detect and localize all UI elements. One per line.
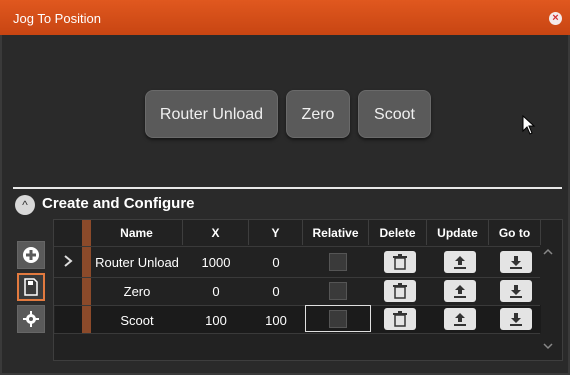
- cell-name: Scoot: [120, 313, 154, 328]
- row-divider: [54, 277, 540, 278]
- col-header-name: Name: [91, 219, 183, 245]
- section-title: Create and Configure: [42, 195, 195, 212]
- relative-checkbox[interactable]: [329, 310, 347, 328]
- col-header-y: Y: [249, 219, 303, 245]
- relative-checkbox[interactable]: [329, 282, 347, 300]
- cell-x: 0: [212, 284, 220, 299]
- trash-icon[interactable]: [384, 280, 416, 302]
- col-header-goto: Go to: [489, 219, 541, 245]
- save-file-icon[interactable]: [17, 273, 45, 301]
- cell-y: 0: [272, 255, 280, 270]
- trash-icon[interactable]: [384, 308, 416, 330]
- cell-name: Zero: [123, 284, 151, 299]
- plus-circle-icon[interactable]: [17, 241, 45, 269]
- download-icon[interactable]: [500, 308, 532, 330]
- cell-y: 100: [265, 313, 287, 328]
- scroll-up-icon[interactable]: [543, 248, 553, 256]
- col-header-relative: Relative: [303, 219, 369, 245]
- download-icon[interactable]: [500, 251, 532, 273]
- row-divider: [54, 305, 540, 306]
- gear-icon[interactable]: [17, 305, 45, 333]
- col-header-x: X: [183, 219, 249, 245]
- download-icon[interactable]: [500, 280, 532, 302]
- cell-x: 100: [205, 313, 227, 328]
- mouse-cursor-icon: [522, 115, 536, 135]
- section-divider: [13, 187, 562, 189]
- collapse-icon[interactable]: ^: [15, 195, 35, 215]
- upload-icon[interactable]: [444, 251, 476, 273]
- col-header-delete: Delete: [369, 219, 427, 245]
- window-title: Jog To Position: [13, 11, 101, 26]
- upload-icon[interactable]: [444, 308, 476, 330]
- row-divider: [54, 333, 540, 334]
- relative-checkbox[interactable]: [329, 253, 347, 271]
- cell-x: 1000: [201, 255, 231, 270]
- scroll-down-icon[interactable]: [543, 342, 553, 350]
- title-bar: Jog To Position ×: [0, 0, 570, 35]
- cell-name: Router Unload: [95, 255, 179, 270]
- trash-icon[interactable]: [384, 251, 416, 273]
- cell-y: 0: [272, 284, 280, 299]
- jog-zero-button[interactable]: Zero: [286, 90, 350, 138]
- jog-router-unload-button[interactable]: Router Unload: [145, 90, 278, 138]
- upload-icon[interactable]: [444, 280, 476, 302]
- row-divider: [54, 246, 540, 247]
- close-icon[interactable]: ×: [549, 12, 562, 25]
- col-header-update: Update: [427, 219, 489, 245]
- jog-scoot-button[interactable]: Scoot: [358, 90, 431, 138]
- row-pointer-icon: [64, 255, 73, 267]
